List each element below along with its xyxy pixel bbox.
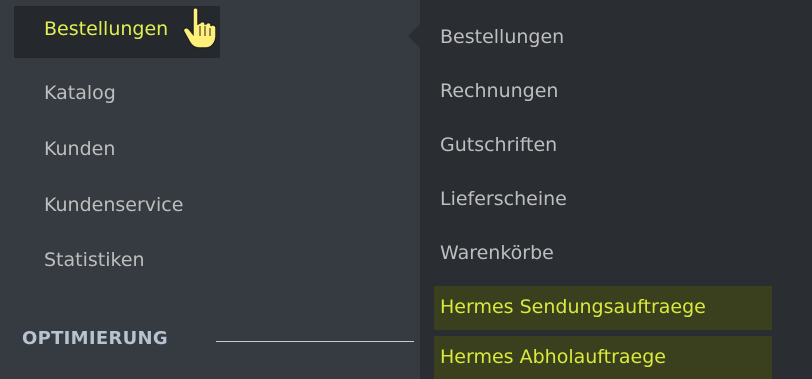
submenu-item-warenkoerbe[interactable]: Warenkörbe: [440, 242, 554, 264]
sidebar-item-kundenservice[interactable]: Kundenservice: [44, 194, 183, 216]
sidebar-item-label: Kunden: [44, 138, 116, 160]
sidebar-item-kunden[interactable]: Kunden: [44, 138, 115, 160]
submenu-item-label: Gutschriften: [440, 134, 558, 156]
sidebar-item-label: Statistiken: [44, 249, 145, 271]
submenu-item-hermes-abholauftraege[interactable]: Hermes Abholauftraege: [434, 336, 772, 379]
hand-pointer-icon: [182, 7, 216, 49]
section-heading-optimierung: OPTIMIERUNG: [22, 328, 168, 349]
submenu-item-label: Hermes Abholauftraege: [440, 346, 666, 368]
sidebar-item-label: Kundenservice: [44, 194, 184, 216]
submenu-item-label: Bestellungen: [440, 26, 565, 48]
sidebar-item-label: Katalog: [44, 82, 116, 104]
submenu-item-gutschriften[interactable]: Gutschriften: [440, 134, 557, 156]
submenu-item-label: Warenkörbe: [440, 242, 554, 264]
submenu-panel: Bestellungen Rechnungen Gutschriften Lie…: [420, 0, 812, 379]
sidebar-item-label: Bestellungen: [44, 18, 169, 40]
sidebar: Bestellungen Katalog Kunden Kundenservic…: [0, 0, 420, 379]
submenu-pointer: [408, 24, 420, 48]
sidebar-item-statistiken[interactable]: Statistiken: [44, 249, 145, 271]
submenu-item-label: Hermes Sendungsauftraege: [440, 296, 706, 318]
submenu-item-bestellungen[interactable]: Bestellungen: [440, 26, 564, 48]
submenu-item-label: Lieferscheine: [440, 188, 567, 210]
submenu-item-label: Rechnungen: [440, 80, 559, 102]
sidebar-item-katalog[interactable]: Katalog: [44, 82, 116, 104]
admin-menu: Bestellungen Katalog Kunden Kundenservic…: [0, 0, 812, 379]
submenu-item-hermes-sendungsauftraege[interactable]: Hermes Sendungsauftraege: [434, 286, 772, 330]
submenu-item-rechnungen[interactable]: Rechnungen: [440, 80, 558, 102]
section-divider: [216, 341, 414, 342]
submenu-item-lieferscheine[interactable]: Lieferscheine: [440, 188, 567, 210]
